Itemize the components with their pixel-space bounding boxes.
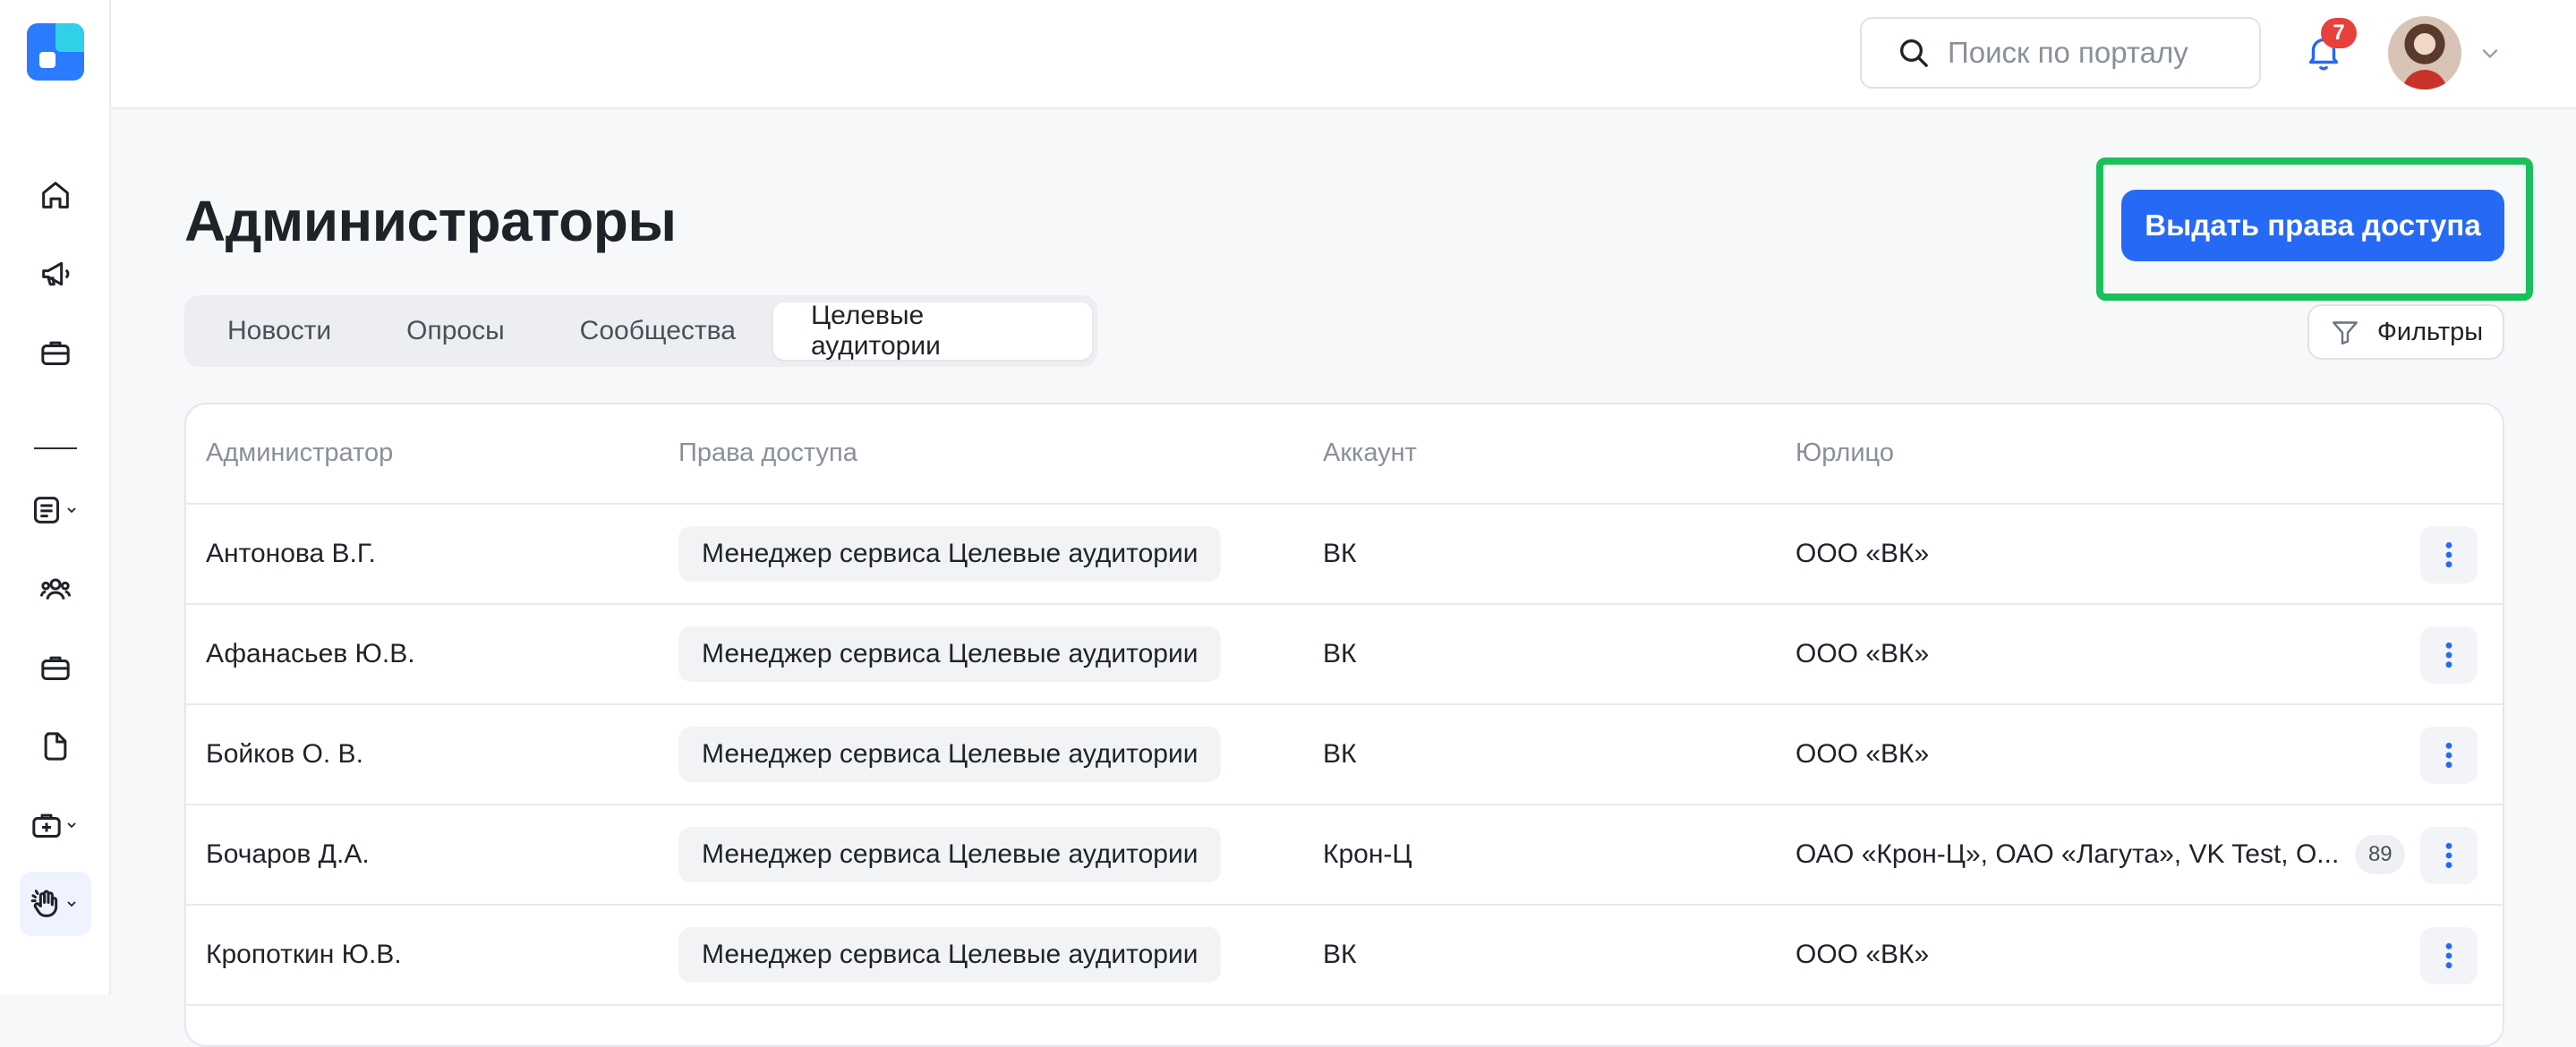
user-avatar[interactable] bbox=[2388, 16, 2461, 89]
rights-chip: Менеджер сервиса Целевые аудитории bbox=[678, 526, 1222, 582]
rights-chip: Менеджер сервиса Целевые аудитории bbox=[678, 626, 1222, 682]
sidebar bbox=[0, 0, 111, 995]
entity-cell: ООО «ВК» bbox=[1796, 940, 1930, 969]
search-box[interactable] bbox=[1860, 17, 2261, 89]
more-vertical-icon bbox=[2445, 541, 2452, 568]
sidebar-item-health[interactable] bbox=[20, 793, 91, 857]
rights-cell: Менеджер сервиса Целевые аудитории bbox=[678, 805, 1222, 904]
home-icon bbox=[42, 182, 69, 209]
file-icon bbox=[44, 732, 67, 761]
tab-communities[interactable]: Сообщества bbox=[542, 302, 773, 360]
rights-cell: Менеджер сервиса Целевые аудитории bbox=[678, 505, 1222, 603]
table-header: Администратор Права доступа Аккаунт Юрли… bbox=[186, 404, 2503, 505]
more-vertical-icon bbox=[2445, 742, 2452, 769]
table-row[interactable]: Кропоткин Ю.В. Менеджер сервиса Целевые … bbox=[186, 906, 2503, 1006]
rights-cell: Менеджер сервиса Целевые аудитории bbox=[678, 605, 1222, 703]
users-icon bbox=[39, 578, 72, 600]
column-header-rights[interactable]: Права доступа bbox=[678, 438, 857, 468]
entity-cell: ООО «ВК» bbox=[1796, 739, 1930, 769]
admin-name: Бойков О. В. bbox=[206, 739, 363, 769]
column-header-entity[interactable]: Юрлицо bbox=[1796, 438, 1894, 468]
rights-chip: Менеджер сервиса Целевые аудитории bbox=[678, 727, 1222, 782]
chevron-down-icon bbox=[67, 901, 76, 907]
search-icon bbox=[1900, 39, 1928, 67]
admin-name: Афанасьев Ю.В. bbox=[206, 639, 415, 668]
table-row[interactable]: Афанасьев Ю.В. Менеджер сервиса Целевые … bbox=[186, 605, 2503, 705]
search-input[interactable] bbox=[1948, 36, 2243, 70]
funnel-icon bbox=[2332, 321, 2358, 345]
row-actions-button[interactable] bbox=[2420, 526, 2478, 583]
sidebar-item-news[interactable] bbox=[20, 242, 91, 306]
chevron-down-icon bbox=[67, 507, 76, 514]
more-vertical-icon bbox=[2445, 842, 2452, 869]
admins-table: Администратор Права доступа Аккаунт Юрли… bbox=[184, 403, 2504, 1047]
admin-name: Кропоткин Ю.В. bbox=[206, 940, 402, 969]
entity-cell: ООО «ВК» bbox=[1796, 639, 1930, 668]
row-actions-button[interactable] bbox=[2420, 827, 2478, 884]
column-header-admin[interactable]: Администратор bbox=[206, 438, 393, 468]
document-list-icon bbox=[34, 497, 59, 524]
briefcase-icon bbox=[41, 341, 70, 365]
admin-name: Антонова В.Г. bbox=[206, 539, 376, 568]
table-row[interactable]: Бочаров Д.А. Менеджер сервиса Целевые ау… bbox=[186, 805, 2503, 906]
notification-count-badge: 7 bbox=[2321, 18, 2357, 48]
row-actions-button[interactable] bbox=[2420, 626, 2478, 684]
more-vertical-icon bbox=[2445, 942, 2452, 969]
entity-cell: ОАО «Крон-Ц», ОАО «Лагута», VK Test, О..… bbox=[1796, 805, 2406, 904]
sidebar-item-files[interactable] bbox=[20, 714, 91, 779]
rights-cell: Менеджер сервиса Целевые аудитории bbox=[678, 906, 1222, 1004]
entity-count-badge[interactable]: 89 bbox=[2355, 835, 2406, 874]
tab-polls[interactable]: Опросы bbox=[369, 302, 542, 360]
megaphone-icon bbox=[42, 261, 70, 286]
account-cell: ВК bbox=[1323, 940, 1357, 969]
table-row[interactable]: Антонова В.Г. Менеджер сервиса Целевые а… bbox=[186, 505, 2503, 605]
app-logo[interactable] bbox=[27, 23, 84, 81]
row-actions-button[interactable] bbox=[2420, 727, 2478, 784]
filters-button[interactable]: Фильтры bbox=[2307, 304, 2504, 360]
rights-cell: Менеджер сервиса Целевые аудитории bbox=[678, 705, 1222, 804]
table-row[interactable]: Бойков О. В. Менеджер сервиса Целевые ау… bbox=[186, 705, 2503, 805]
sidebar-item-admin[interactable] bbox=[20, 872, 91, 936]
grant-access-button[interactable]: Выдать права доступа bbox=[2121, 190, 2504, 261]
account-cell: ВК bbox=[1323, 739, 1357, 769]
admin-name: Бочаров Д.А. bbox=[206, 839, 370, 869]
page-title: Администраторы bbox=[184, 189, 677, 253]
entity-cell: ООО «ВК» bbox=[1796, 539, 1930, 568]
chevron-down-icon bbox=[67, 822, 76, 829]
hand-wave-icon bbox=[30, 890, 58, 917]
filters-label: Фильтры bbox=[2376, 317, 2484, 346]
tab-news[interactable]: Новости bbox=[190, 302, 369, 360]
sidebar-item-workspace[interactable] bbox=[20, 635, 91, 700]
briefcase-icon bbox=[41, 656, 70, 680]
rights-chip: Менеджер сервиса Целевые аудитории bbox=[678, 827, 1222, 882]
more-vertical-icon bbox=[2445, 642, 2452, 668]
row-actions-button[interactable] bbox=[2420, 927, 2478, 984]
column-header-account[interactable]: Аккаунт bbox=[1323, 438, 1417, 468]
medkit-icon bbox=[32, 813, 61, 838]
account-cell: ВК bbox=[1323, 539, 1357, 568]
rights-chip: Менеджер сервиса Целевые аудитории bbox=[678, 927, 1222, 983]
sidebar-divider bbox=[34, 447, 77, 449]
sidebar-item-documents[interactable] bbox=[20, 478, 91, 542]
sidebar-item-people[interactable] bbox=[20, 557, 91, 621]
sidebar-item-services[interactable] bbox=[20, 320, 91, 385]
section-tabs: Новости Опросы Сообщества Целевые аудито… bbox=[184, 295, 1097, 367]
account-cell: Крон-Ц bbox=[1323, 839, 1412, 869]
sidebar-item-home[interactable] bbox=[20, 163, 91, 227]
entity-text: ОАО «Крон-Ц», ОАО «Лагута», VK Test, О..… bbox=[1796, 839, 2340, 869]
tab-target-audiences[interactable]: Целевые аудитории bbox=[772, 301, 1092, 361]
chevron-down-icon[interactable] bbox=[2478, 41, 2503, 66]
account-cell: ВК bbox=[1323, 639, 1357, 668]
